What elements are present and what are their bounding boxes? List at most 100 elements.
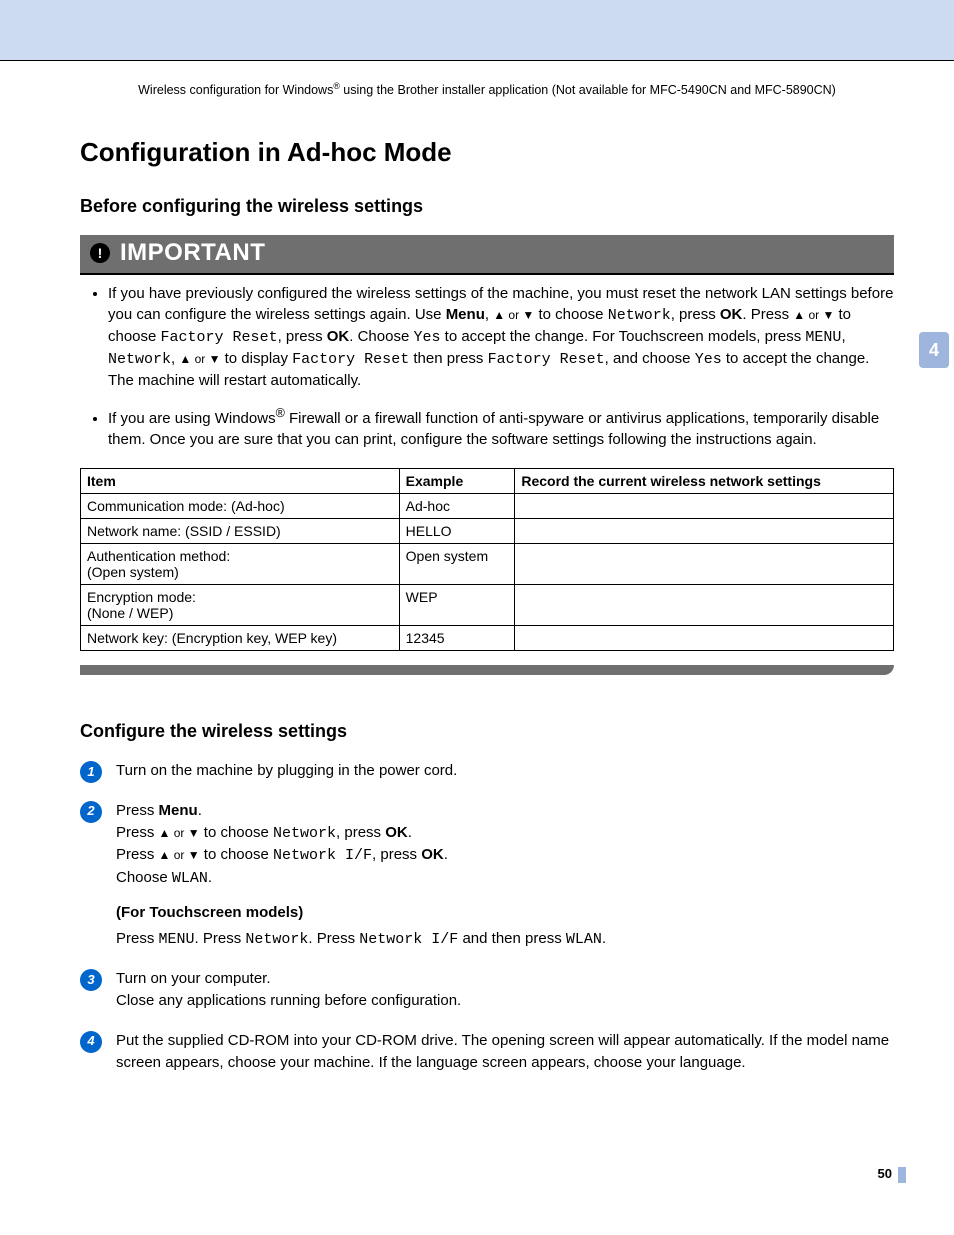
table-row: Authentication method:(Open system) Open… (81, 544, 894, 585)
registered-mark: ® (276, 406, 285, 420)
arrow-keys-icon: ▲ or ▼ (159, 848, 200, 862)
arrow-keys-icon: ▲ or ▼ (493, 308, 534, 322)
steps-list: Turn on the machine by plugging in the p… (80, 760, 894, 1091)
text: . (198, 802, 202, 819)
network-if-option: Network I/F (273, 847, 372, 864)
step-1: Turn on the machine by plugging in the p… (80, 760, 894, 800)
cell-item: Encryption mode:(None / WEP) (81, 585, 400, 626)
menu-key: Menu (446, 306, 485, 323)
text: Press (116, 846, 159, 863)
text: . (444, 846, 448, 863)
cell-record (515, 519, 894, 544)
cell-record (515, 544, 894, 585)
th-item: Item (81, 469, 400, 494)
ok-key: OK (720, 306, 743, 323)
th-example: Example (399, 469, 515, 494)
ok-key: OK (385, 824, 408, 841)
text: to accept the change. For Touchscreen mo… (441, 328, 806, 345)
ok-key: OK (327, 328, 350, 345)
menu-key: Menu (159, 802, 198, 819)
cell-item: Communication mode: (Ad-hoc) (81, 494, 400, 519)
text: . (208, 869, 212, 886)
network-option: Network (273, 825, 336, 842)
factory-reset-option: Factory Reset (161, 329, 278, 346)
text: , and choose (605, 350, 695, 367)
arrow-keys-icon: ▲ or ▼ (179, 352, 220, 366)
text: If you are using Windows (108, 410, 276, 427)
table-row: Network name: (SSID / ESSID) HELLO (81, 519, 894, 544)
text: then press (409, 350, 487, 367)
network-option: Network (108, 351, 171, 368)
chapter-tab: 4 (919, 332, 949, 368)
cell-record (515, 626, 894, 651)
network-if-option: Network I/F (359, 931, 458, 948)
table-row: Communication mode: (Ad-hoc) Ad-hoc (81, 494, 894, 519)
factory-reset-option: Factory Reset (488, 351, 605, 368)
yes-option: Yes (413, 329, 440, 346)
page-content: Wireless configuration for Windows® usin… (0, 61, 954, 1091)
text: , press (278, 328, 327, 345)
text: Turn on your computer. (116, 970, 271, 987)
text: and then press (458, 930, 566, 947)
running-header-pre: Wireless configuration for Windows (138, 83, 333, 97)
page-number: 50 (878, 1166, 892, 1181)
text: Press (116, 802, 159, 819)
bullet-item-reset: If you have previously configured the wi… (108, 283, 894, 391)
text: , press (671, 306, 720, 323)
factory-reset-option: Factory Reset (292, 351, 409, 368)
text: (Open system) (87, 564, 179, 580)
network-option: Network (608, 307, 671, 324)
table-header-row: Item Example Record the current wireless… (81, 469, 894, 494)
bullet-item-firewall: If you are using Windows® Firewall or a … (108, 405, 894, 450)
text: . (408, 824, 412, 841)
text: , press (336, 824, 385, 841)
network-option: Network (245, 931, 308, 948)
ok-key: OK (421, 846, 444, 863)
step-4: Put the supplied CD-ROM into your CD-ROM… (80, 1030, 894, 1092)
cell-example: Ad-hoc (399, 494, 515, 519)
text: Choose (116, 869, 172, 886)
text: Press (116, 930, 159, 947)
cell-example: HELLO (399, 519, 515, 544)
table-row: Network key: (Encryption key, WEP key) 1… (81, 626, 894, 651)
page-title: Configuration in Ad-hoc Mode (80, 137, 894, 168)
cell-item: Authentication method:(Open system) (81, 544, 400, 585)
step-2: Press Menu. Press ▲ or ▼ to choose Netwo… (80, 800, 894, 969)
text: Close any applications running before co… (116, 992, 461, 1009)
exclamation-icon: ! (90, 243, 110, 263)
wlan-option: WLAN (566, 931, 602, 948)
page-number-accent (898, 1167, 906, 1183)
th-record: Record the current wireless network sett… (515, 469, 894, 494)
callout-end-bar (80, 665, 894, 675)
settings-table: Item Example Record the current wireless… (80, 468, 894, 651)
arrow-keys-icon: ▲ or ▼ (159, 826, 200, 840)
text: to display (220, 350, 292, 367)
text: (None / WEP) (87, 605, 173, 621)
cell-record (515, 494, 894, 519)
section-configure: Configure the wireless settings (80, 721, 894, 742)
text: , press (372, 846, 421, 863)
text: . (602, 930, 606, 947)
document-page: 4 Wireless configuration for Windows® us… (0, 0, 954, 1235)
cell-example: 12345 (399, 626, 515, 651)
important-label: IMPORTANT (120, 239, 265, 267)
text: . Press (195, 930, 246, 947)
text: , (485, 306, 493, 323)
section-before-config: Before configuring the wireless settings (80, 196, 894, 217)
text: Press (116, 824, 159, 841)
table-row: Encryption mode:(None / WEP) WEP (81, 585, 894, 626)
cell-item: Network key: (Encryption key, WEP key) (81, 626, 400, 651)
text: Authentication method: (87, 548, 230, 564)
cell-record (515, 585, 894, 626)
cell-example: WEP (399, 585, 515, 626)
important-callout-header: ! IMPORTANT (80, 235, 894, 275)
arrow-keys-icon: ▲ or ▼ (793, 308, 834, 322)
touchscreen-subhead: (For Touchscreen models) (116, 902, 894, 924)
running-header: Wireless configuration for Windows® usin… (80, 81, 894, 97)
wlan-option: WLAN (172, 870, 208, 887)
text: to choose (534, 306, 607, 323)
text: to choose (200, 824, 273, 841)
text: Encryption mode: (87, 589, 196, 605)
text: , (841, 328, 845, 345)
step-3: Turn on your computer. Close any applica… (80, 968, 894, 1030)
